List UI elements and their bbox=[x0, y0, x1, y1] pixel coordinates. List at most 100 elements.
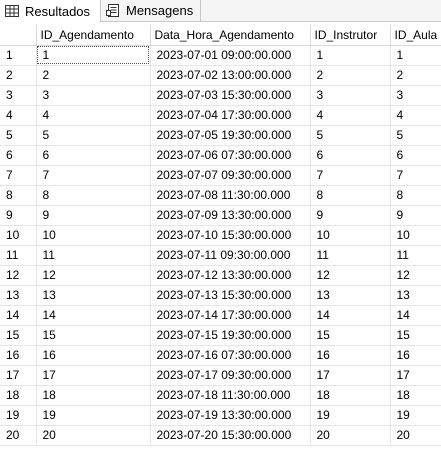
cell-id-agendamento[interactable]: 13 bbox=[36, 285, 151, 306]
cell-id-aula[interactable]: 14 bbox=[390, 305, 441, 326]
cell-id-aula[interactable]: 8 bbox=[390, 185, 441, 206]
row-number[interactable]: 20 bbox=[0, 425, 37, 446]
cell-id-aula[interactable]: 10 bbox=[390, 225, 441, 246]
cell-id-agendamento[interactable]: 19 bbox=[36, 405, 151, 426]
cell-id-instrutor[interactable]: 18 bbox=[310, 385, 391, 406]
cell-id-aula[interactable]: 1 bbox=[390, 45, 441, 66]
row-number[interactable]: 12 bbox=[0, 265, 37, 286]
cell-id-instrutor[interactable]: 11 bbox=[310, 245, 391, 266]
cell-id-aula[interactable]: 13 bbox=[390, 285, 441, 306]
cell-id-agendamento[interactable]: 15 bbox=[36, 325, 151, 346]
cell-id-agendamento[interactable]: 4 bbox=[36, 105, 151, 126]
table-row[interactable]: 3 3 2023-07-03 15:30:00.000 3 3 bbox=[0, 85, 441, 106]
row-number[interactable]: 2 bbox=[0, 65, 37, 86]
tab-mensagens[interactable]: Mensagens bbox=[101, 0, 201, 21]
cell-id-instrutor[interactable]: 3 bbox=[310, 85, 391, 106]
cell-id-agendamento[interactable]: 18 bbox=[36, 385, 151, 406]
table-row[interactable]: 4 4 2023-07-04 17:30:00.000 4 4 bbox=[0, 105, 441, 126]
table-row[interactable]: 20 20 2023-07-20 15:30:00.000 20 20 bbox=[0, 425, 441, 446]
cell-id-aula[interactable]: 12 bbox=[390, 265, 441, 286]
cell-id-agendamento[interactable]: 12 bbox=[36, 265, 151, 286]
cell-data-hora-agendamento[interactable]: 2023-07-04 17:30:00.000 bbox=[150, 105, 311, 126]
row-number[interactable]: 18 bbox=[0, 385, 37, 406]
cell-id-agendamento[interactable]: 5 bbox=[36, 125, 151, 146]
row-number[interactable]: 7 bbox=[0, 165, 37, 186]
cell-id-aula[interactable]: 4 bbox=[390, 105, 441, 126]
cell-id-instrutor[interactable]: 10 bbox=[310, 225, 391, 246]
table-row[interactable]: 15 15 2023-07-15 19:30:00.000 15 15 bbox=[0, 325, 441, 346]
cell-id-instrutor[interactable]: 1 bbox=[310, 45, 391, 66]
row-number[interactable]: 13 bbox=[0, 285, 37, 306]
cell-data-hora-agendamento[interactable]: 2023-07-10 15:30:00.000 bbox=[150, 225, 311, 246]
row-number[interactable]: 9 bbox=[0, 205, 37, 226]
cell-data-hora-agendamento[interactable]: 2023-07-06 07:30:00.000 bbox=[150, 145, 311, 166]
cell-data-hora-agendamento[interactable]: 2023-07-07 09:30:00.000 bbox=[150, 165, 311, 186]
row-number[interactable]: 4 bbox=[0, 105, 37, 126]
cell-data-hora-agendamento[interactable]: 2023-07-02 13:00:00.000 bbox=[150, 65, 311, 86]
row-number[interactable]: 16 bbox=[0, 345, 37, 366]
cell-data-hora-agendamento[interactable]: 2023-07-19 13:30:00.000 bbox=[150, 405, 311, 426]
cell-data-hora-agendamento[interactable]: 2023-07-12 13:30:00.000 bbox=[150, 265, 311, 286]
row-number[interactable]: 15 bbox=[0, 325, 37, 346]
table-row[interactable]: 18 18 2023-07-18 11:30:00.000 18 18 bbox=[0, 385, 441, 406]
column-header-data-hora-agendamento[interactable]: Data_Hora_Agendamento bbox=[150, 25, 311, 46]
cell-id-instrutor[interactable]: 6 bbox=[310, 145, 391, 166]
cell-id-aula[interactable]: 7 bbox=[390, 165, 441, 186]
cell-id-instrutor[interactable]: 5 bbox=[310, 125, 391, 146]
cell-id-instrutor[interactable]: 19 bbox=[310, 405, 391, 426]
cell-data-hora-agendamento[interactable]: 2023-07-11 09:30:00.000 bbox=[150, 245, 311, 266]
cell-id-agendamento[interactable]: 14 bbox=[36, 305, 151, 326]
cell-id-agendamento[interactable]: 1 bbox=[36, 45, 151, 66]
table-row[interactable]: 9 9 2023-07-09 13:30:00.000 9 9 bbox=[0, 205, 441, 226]
cell-id-instrutor[interactable]: 2 bbox=[310, 65, 391, 86]
cell-id-agendamento[interactable]: 2 bbox=[36, 65, 151, 86]
cell-id-instrutor[interactable]: 9 bbox=[310, 205, 391, 226]
cell-data-hora-agendamento[interactable]: 2023-07-18 11:30:00.000 bbox=[150, 385, 311, 406]
cell-id-aula[interactable]: 3 bbox=[390, 85, 441, 106]
cell-data-hora-agendamento[interactable]: 2023-07-17 09:30:00.000 bbox=[150, 365, 311, 386]
cell-id-agendamento[interactable]: 3 bbox=[36, 85, 151, 106]
cell-id-agendamento[interactable]: 6 bbox=[36, 145, 151, 166]
cell-id-instrutor[interactable]: 8 bbox=[310, 185, 391, 206]
cell-data-hora-agendamento[interactable]: 2023-07-15 19:30:00.000 bbox=[150, 325, 311, 346]
cell-data-hora-agendamento[interactable]: 2023-07-16 07:30:00.000 bbox=[150, 345, 311, 366]
cell-id-aula[interactable]: 18 bbox=[390, 385, 441, 406]
cell-id-aula[interactable]: 16 bbox=[390, 345, 441, 366]
table-row[interactable]: 7 7 2023-07-07 09:30:00.000 7 7 bbox=[0, 165, 441, 186]
row-number-header[interactable] bbox=[0, 25, 37, 46]
cell-data-hora-agendamento[interactable]: 2023-07-03 15:30:00.000 bbox=[150, 85, 311, 106]
table-row[interactable]: 11 11 2023-07-11 09:30:00.000 11 11 bbox=[0, 245, 441, 266]
cell-data-hora-agendamento[interactable]: 2023-07-08 11:30:00.000 bbox=[150, 185, 311, 206]
table-row[interactable]: 13 13 2023-07-13 15:30:00.000 13 13 bbox=[0, 285, 441, 306]
cell-id-instrutor[interactable]: 4 bbox=[310, 105, 391, 126]
cell-id-agendamento[interactable]: 10 bbox=[36, 225, 151, 246]
row-number[interactable]: 8 bbox=[0, 185, 37, 206]
cell-data-hora-agendamento[interactable]: 2023-07-13 15:30:00.000 bbox=[150, 285, 311, 306]
table-row[interactable]: 8 8 2023-07-08 11:30:00.000 8 8 bbox=[0, 185, 441, 206]
cell-id-instrutor[interactable]: 12 bbox=[310, 265, 391, 286]
cell-id-instrutor[interactable]: 7 bbox=[310, 165, 391, 186]
cell-id-instrutor[interactable]: 20 bbox=[310, 425, 391, 446]
cell-id-agendamento[interactable]: 9 bbox=[36, 205, 151, 226]
table-row[interactable]: 14 14 2023-07-14 17:30:00.000 14 14 bbox=[0, 305, 441, 326]
cell-id-aula[interactable]: 5 bbox=[390, 125, 441, 146]
cell-data-hora-agendamento[interactable]: 2023-07-14 17:30:00.000 bbox=[150, 305, 311, 326]
cell-id-instrutor[interactable]: 13 bbox=[310, 285, 391, 306]
table-row[interactable]: 12 12 2023-07-12 13:30:00.000 12 12 bbox=[0, 265, 441, 286]
cell-id-aula[interactable]: 11 bbox=[390, 245, 441, 266]
cell-id-aula[interactable]: 9 bbox=[390, 205, 441, 226]
row-number[interactable]: 5 bbox=[0, 125, 37, 146]
table-row[interactable]: 6 6 2023-07-06 07:30:00.000 6 6 bbox=[0, 145, 441, 166]
cell-id-aula[interactable]: 19 bbox=[390, 405, 441, 426]
tab-resultados[interactable]: Resultados bbox=[0, 0, 101, 22]
cell-id-agendamento[interactable]: 7 bbox=[36, 165, 151, 186]
cell-id-agendamento[interactable]: 20 bbox=[36, 425, 151, 446]
column-header-id-instrutor[interactable]: ID_Instrutor bbox=[310, 25, 391, 46]
cell-data-hora-agendamento[interactable]: 2023-07-05 19:30:00.000 bbox=[150, 125, 311, 146]
row-number[interactable]: 6 bbox=[0, 145, 37, 166]
column-header-id-agendamento[interactable]: ID_Agendamento bbox=[36, 25, 151, 46]
table-row[interactable]: 17 17 2023-07-17 09:30:00.000 17 17 bbox=[0, 365, 441, 386]
table-row[interactable]: 1 1 2023-07-01 09:00:00.000 1 1 bbox=[0, 45, 441, 66]
column-header-id-aula[interactable]: ID_Aula bbox=[390, 25, 441, 46]
table-row[interactable]: 5 5 2023-07-05 19:30:00.000 5 5 bbox=[0, 125, 441, 146]
